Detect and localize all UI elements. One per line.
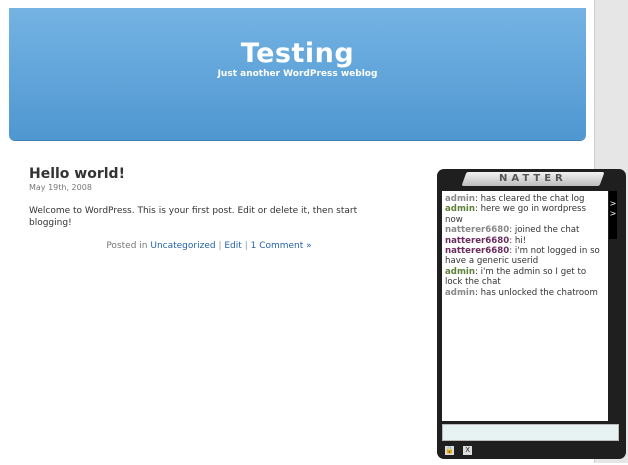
chat-username: natterer6680 [445,225,510,236]
post-body: Welcome to WordPress. This is your first… [29,206,358,228]
chat-message: admin: here we go in wordpress now [445,204,606,225]
natter-logo: NATTER [461,172,605,186]
chat-username: natterer6680 [445,235,510,246]
close-icon[interactable]: X [463,446,473,455]
chat-text: : has unlocked the chatroom [474,287,598,298]
site-header: Testing Just another WordPress weblog [9,8,586,140]
chat-username: admin [445,266,475,277]
chat-username: natterer6680 [445,246,510,257]
chat-message: admin: i'm the admin so I get to lock th… [445,267,606,288]
post-meta: Posted in Uncategorized | Edit | 1 Comme… [29,241,389,251]
chat-log[interactable]: admin: has cleared the chat log admin: he… [442,191,608,421]
post: Hello world! May 19th, 2008 Welcome to W… [29,166,389,251]
chat-text: : hi! [509,235,527,246]
site-tagline: Just another WordPress weblog [217,69,378,79]
chat-message: natterer6680: hi! [445,236,606,246]
natter-chat-widget: NATTER admin: has cleared the chat log ad… [437,169,626,459]
chat-message-input[interactable] [442,424,619,441]
separator: | [244,241,248,251]
chat-message: admin: has unlocked the chatroom [445,288,606,298]
chat-message: natterer6680: joined the chat [445,225,606,235]
chat-text: : joined the chat [509,225,580,236]
site-title[interactable]: Testing [9,38,586,69]
category-link[interactable]: Uncategorized [150,241,215,251]
lock-icon[interactable]: 🔒 [445,446,454,455]
chat-username: admin [445,204,475,215]
chat-text: : has cleared the chat log [474,194,585,204]
posted-in-label: Posted in [106,241,148,251]
chat-message: admin: has cleared the chat log [445,194,606,204]
post-title[interactable]: Hello world! [29,166,389,182]
comments-link[interactable]: 1 Comment » [251,241,312,251]
chat-username: admin [445,287,475,298]
chat-username: admin [445,194,475,204]
chat-toolbar: 🔒 X [445,446,476,456]
post-date: May 19th, 2008 [29,183,92,192]
chat-message: natterer6680: i'm not logged in so have … [445,246,606,267]
edit-link[interactable]: Edit [224,241,241,251]
separator: | [218,241,222,251]
chat-expand-tab[interactable]: > > [609,191,617,239]
